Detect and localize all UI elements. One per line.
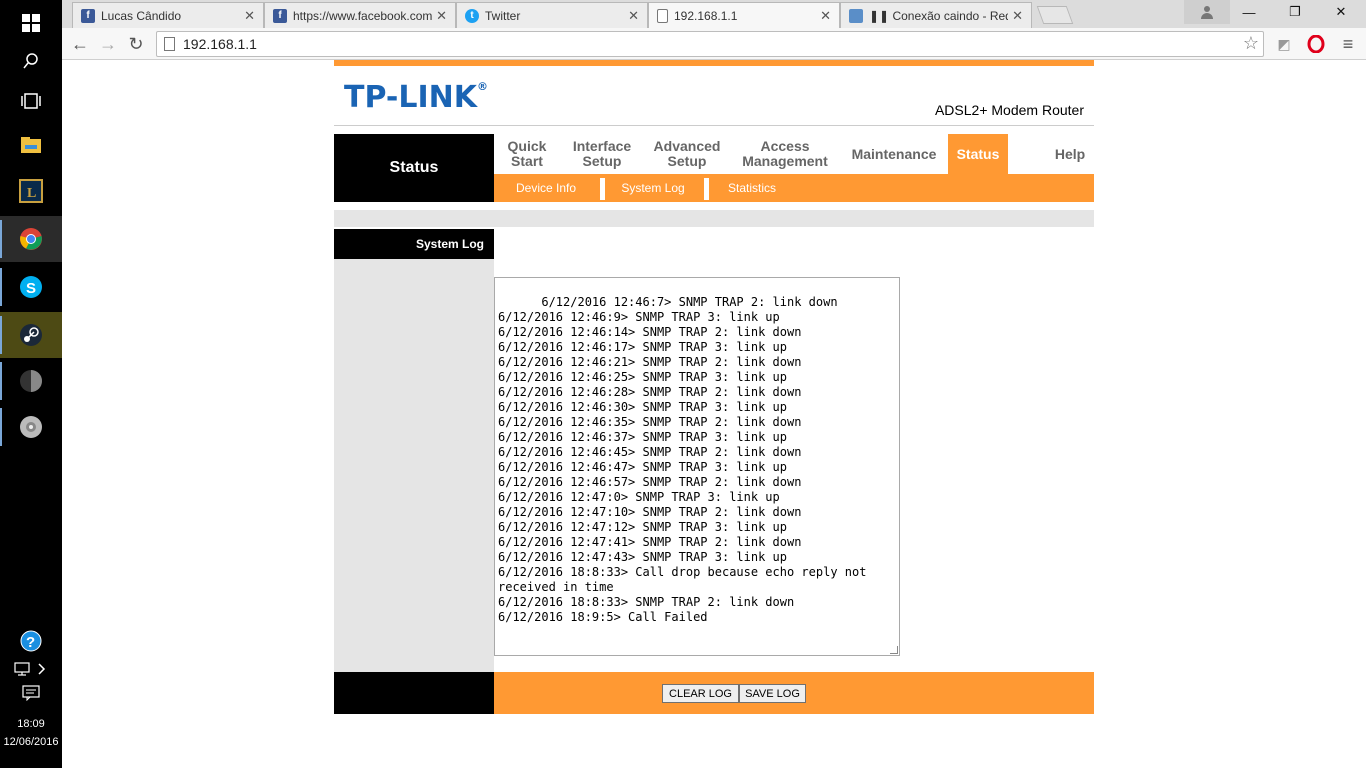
brand-mark: ®	[477, 80, 489, 93]
log-text: 6/12/2016 12:46:7> SNMP TRAP 2: link dow…	[498, 295, 867, 624]
submenu-separator	[704, 178, 709, 200]
submenu-separator	[600, 178, 605, 200]
twitter-icon: t	[465, 8, 479, 23]
window-close-icon[interactable]: ✕	[1318, 0, 1364, 24]
menu-interface-setup[interactable]: Interface Setup	[560, 134, 644, 174]
model-name: ADSL2+ Modem Router	[934, 102, 1084, 118]
facebook-icon: f	[273, 8, 287, 23]
resize-handle[interactable]	[890, 646, 898, 654]
page-icon	[164, 37, 175, 51]
section-title: Status	[334, 134, 494, 202]
clear-log-button[interactable]: CLEAR LOG	[662, 684, 739, 703]
tab-title: Lucas Cândido	[101, 8, 182, 23]
back-icon[interactable]: ←	[68, 32, 92, 56]
system-log-textarea[interactable]: 6/12/2016 12:46:7> SNMP TRAP 2: link dow…	[494, 277, 900, 656]
close-icon[interactable]: ✕	[628, 8, 639, 24]
menu-quick-start[interactable]: Quick Start	[494, 134, 560, 174]
steam-icon[interactable]	[0, 312, 62, 358]
bookmark-star-icon[interactable]: ☆	[1243, 33, 1259, 54]
submenu-device-info[interactable]: Device Info	[504, 174, 588, 202]
skype-icon[interactable]: S	[0, 264, 62, 310]
new-tab-button[interactable]	[1036, 6, 1074, 24]
tab-title: ❚❚ Conexão caindo - Rede	[869, 8, 1009, 23]
tab-title: Twitter	[485, 8, 521, 23]
tab-title: 192.168.1.1	[674, 8, 738, 23]
user-profile-icon[interactable]	[1184, 0, 1230, 24]
windows-taskbar: L S ? 18:09 12/06/2016	[0, 0, 62, 768]
tp-link-logo: TP-LINK®	[344, 80, 488, 115]
tab-facebook[interactable]: f https://www.facebook.com ✕	[264, 2, 456, 28]
menu-access-management[interactable]: Access Management	[730, 134, 840, 174]
sub-menu: Device Info System Log Statistics	[494, 174, 1094, 202]
brand-name: TP-LINK	[344, 80, 478, 115]
league-of-legends-icon[interactable]: L	[0, 168, 62, 214]
clock-time[interactable]: 18:09	[0, 717, 62, 732]
save-log-button[interactable]: SAVE LOG	[739, 684, 806, 703]
minimize-icon[interactable]: —	[1226, 0, 1272, 24]
close-icon[interactable]: ✕	[820, 8, 831, 24]
menu-advanced-setup[interactable]: Advanced Setup	[644, 134, 730, 174]
footer-button-bar: CLEAR LOG SAVE LOG	[494, 672, 1094, 714]
action-footer: CLEAR LOG SAVE LOG	[334, 672, 1094, 714]
chrome-icon[interactable]	[0, 216, 62, 262]
forward-icon[interactable]: →	[96, 32, 120, 56]
restore-icon[interactable]: ❐	[1272, 0, 1318, 24]
tab-conexao-caindo[interactable]: ❚❚ Conexão caindo - Rede ✕	[840, 2, 1032, 28]
disc-app-icon[interactable]	[0, 404, 62, 450]
menu-maintenance[interactable]: Maintenance	[840, 134, 948, 174]
menu-help[interactable]: Help	[1040, 134, 1100, 174]
tab-lucas-candido[interactable]: f Lucas Cândido ✕	[72, 2, 264, 28]
divider-bar	[334, 210, 1094, 227]
top-menu: Quick Start Interface Setup Advanced Set…	[494, 134, 1094, 174]
submenu-statistics[interactable]: Statistics	[714, 174, 790, 202]
left-sidebar	[334, 229, 494, 672]
footer-left-block	[334, 672, 494, 714]
svg-text:L: L	[27, 186, 36, 201]
clock-date[interactable]: 12/06/2016	[0, 735, 62, 750]
log-content: System Log 6/12/2016 12:46:7> SNMP TRAP …	[334, 229, 1094, 672]
notifications-icon[interactable]	[0, 670, 62, 716]
router-page: TP-LINK® ADSL2+ Modem Router Status Quic…	[334, 60, 1094, 714]
close-icon[interactable]: ✕	[1012, 8, 1023, 24]
forum-icon	[849, 8, 863, 23]
extension-icon[interactable]: ◩	[1274, 34, 1294, 54]
dota-icon[interactable]	[0, 358, 62, 404]
tab-title: https://www.facebook.com	[293, 8, 433, 23]
browser-toolbar: ← → ↻ 192.168.1.1 ☆ ◩ ≡	[62, 28, 1366, 60]
system-log-label: System Log	[334, 229, 494, 259]
reload-icon[interactable]: ↻	[124, 32, 148, 56]
close-icon[interactable]: ✕	[436, 8, 447, 24]
opera-icon[interactable]	[1306, 34, 1326, 54]
router-header: TP-LINK® ADSL2+ Modem Router	[334, 66, 1094, 126]
page-icon	[657, 8, 668, 23]
url-text[interactable]: 192.168.1.1	[183, 36, 257, 52]
tab-router[interactable]: 192.168.1.1 ✕	[648, 2, 840, 28]
address-bar[interactable]: 192.168.1.1 ☆	[156, 31, 1264, 57]
close-icon[interactable]: ✕	[244, 8, 255, 24]
menu-icon[interactable]: ≡	[1338, 34, 1358, 54]
menu-status[interactable]: Status	[948, 134, 1008, 174]
file-explorer-icon[interactable]	[0, 122, 62, 168]
main-navigation: Status Quick Start Interface Setup Advan…	[334, 134, 1094, 202]
facebook-icon: f	[81, 8, 95, 23]
tab-twitter[interactable]: t Twitter ✕	[456, 2, 648, 28]
task-view-icon[interactable]	[0, 78, 62, 124]
submenu-system-log[interactable]: System Log	[608, 174, 698, 202]
svg-text:S: S	[26, 280, 36, 297]
browser-tabstrip: f Lucas Cândido ✕ f https://www.facebook…	[62, 0, 1366, 28]
